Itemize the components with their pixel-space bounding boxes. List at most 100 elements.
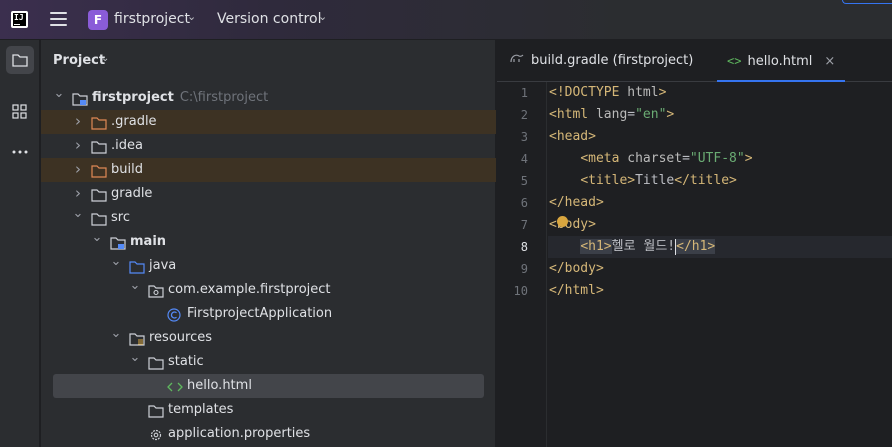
project-selector[interactable]: firstproject (114, 11, 190, 27)
main-menu-icon[interactable] (50, 12, 67, 26)
tree-item-idea[interactable]: › .idea (41, 134, 496, 158)
editor-tab-bar: build.gradle (firstproject) <> hello.html… (497, 40, 892, 82)
tree-item-label: main (130, 234, 167, 249)
panel-title[interactable]: Project (53, 53, 105, 68)
tree-item-label: hello.html (187, 378, 252, 393)
code-line[interactable]: <html lang="en"> (548, 104, 892, 126)
line-number: 3 (520, 130, 528, 144)
resources-folder-icon (129, 331, 145, 346)
tab-hello-html[interactable]: <> hello.html × (717, 40, 846, 82)
line-number: 8 (520, 240, 528, 254)
chevron-down-icon[interactable]: ⌄ (129, 350, 141, 366)
source-folder-icon (129, 259, 145, 274)
tree-item-label: templates (168, 402, 234, 417)
tree-item-package[interactable]: ⌄ com.example.firstproject (41, 278, 496, 302)
code-area[interactable]: <!DOCTYPE html> <html lang="en"> <head> <m… (548, 82, 892, 447)
line-number-gutter: 1 2 3 4 5 6 7 8 9 10 (497, 82, 547, 447)
tree-item-label: com.example.firstproject (168, 282, 331, 297)
tree-item-build[interactable]: › build (41, 158, 496, 182)
window-control-frame (842, 0, 892, 4)
tree-item-app-class[interactable]: FirstprojectApplication (41, 302, 496, 326)
tree-item-static[interactable]: ⌄ static (41, 350, 496, 374)
line-number: 9 (520, 262, 528, 276)
editor: build.gradle (firstproject) <> hello.html… (497, 40, 892, 447)
code-line[interactable]: <h1>헬로 월드!</h1> (548, 236, 892, 258)
tree-item-java[interactable]: ⌄ java (41, 254, 496, 278)
project-panel: Project ⌄ ⌄ firstproject C:\firstproject ›.… (41, 40, 496, 447)
intellij-logo-icon[interactable]: IJ (11, 11, 28, 28)
tree-item-label: src (111, 210, 130, 225)
chevron-right-icon[interactable]: › (72, 134, 84, 156)
chevron-right-icon[interactable]: › (72, 182, 84, 204)
excluded-folder-icon (91, 163, 107, 178)
folder-icon (91, 139, 107, 154)
chevron-down-icon[interactable]: ⌄ (129, 278, 141, 294)
code-line[interactable]: <!DOCTYPE html> (548, 82, 892, 104)
folder-icon (91, 211, 107, 226)
gradle-icon (509, 40, 525, 82)
chevron-right-icon[interactable]: › (72, 158, 84, 180)
tree-item-templates[interactable]: templates (41, 398, 496, 422)
chevron-down-icon[interactable]: ⌄ (187, 10, 196, 23)
line-number: 10 (513, 284, 528, 298)
line-number: 6 (520, 196, 528, 210)
tree-item-label: static (168, 354, 204, 369)
chevron-down-icon[interactable]: ⌄ (110, 326, 122, 342)
chevron-down-icon[interactable]: ⌄ (91, 230, 103, 246)
code-line[interactable]: </html> (548, 280, 892, 302)
module-folder-icon (72, 91, 88, 106)
tree-item-resources[interactable]: ⌄ resources (41, 326, 496, 350)
chevron-down-icon[interactable]: ⌄ (101, 53, 109, 64)
tab-build-gradle[interactable]: build.gradle (firstproject) (509, 40, 693, 82)
tab-label: build.gradle (firstproject) (531, 53, 694, 68)
chevron-down-icon[interactable]: ⌄ (53, 86, 65, 102)
tree-item-root[interactable]: ⌄ firstproject C:\firstproject (41, 86, 496, 110)
tab-label: hello.html (747, 54, 813, 69)
tree-item-label: .idea (111, 138, 143, 153)
package-icon (148, 283, 164, 298)
code-line[interactable]: </body> (548, 258, 892, 280)
tree-item-label: resources (149, 330, 213, 345)
close-icon[interactable]: × (824, 54, 835, 69)
chevron-down-icon[interactable]: ⌄ (72, 206, 84, 222)
title-bar: IJ F firstproject ⌄ Version control ⌄ (0, 0, 892, 40)
structure-tool-button[interactable] (6, 98, 34, 126)
tool-window-strip (0, 40, 40, 447)
code-line[interactable]: <head> (548, 126, 892, 148)
tree-item-main[interactable]: ⌄ main (41, 230, 496, 254)
line-number: 4 (520, 152, 528, 166)
line-number: 7 (520, 218, 528, 232)
version-control-menu[interactable]: Version control (217, 11, 321, 27)
line-number: 5 (520, 174, 528, 188)
tree-item-gradle-hidden[interactable]: › .gradle (41, 110, 496, 134)
tree-item-hello-html[interactable]: hello.html (53, 374, 484, 398)
intention-bulb-icon[interactable] (557, 216, 568, 227)
chevron-right-icon[interactable]: › (72, 110, 84, 132)
excluded-folder-icon (91, 115, 107, 130)
project-tool-button[interactable] (6, 46, 34, 74)
code-line[interactable]: <meta charset="UTF-8"> (548, 148, 892, 170)
project-path: C:\firstproject (179, 90, 269, 105)
class-icon (167, 307, 183, 322)
folder-icon (148, 355, 164, 370)
code-line[interactable]: <title>Title</title> (548, 170, 892, 192)
code-line[interactable]: <body> (548, 214, 892, 236)
project-badge[interactable]: F (88, 10, 108, 30)
tree-item-gradle[interactable]: › gradle (41, 182, 496, 206)
tree-item-label: java (149, 258, 177, 273)
html-icon: <> (727, 54, 742, 68)
tree-item-label: FirstprojectApplication (187, 306, 333, 321)
folder-icon (91, 187, 107, 202)
structure-icon (12, 104, 27, 119)
tree-item-app-props[interactable]: application.properties (41, 422, 496, 446)
more-tools-button[interactable] (6, 138, 34, 166)
tree-item-label: .gradle (111, 114, 157, 129)
tree-item-label: firstproject C:\firstproject (92, 90, 269, 105)
line-number: 1 (520, 86, 528, 100)
more-icon (12, 150, 28, 154)
chevron-down-icon[interactable]: ⌄ (110, 254, 122, 270)
tree-item-label: gradle (111, 186, 153, 201)
code-line[interactable]: </head> (548, 192, 892, 214)
tree-item-src[interactable]: ⌄ src (41, 206, 496, 230)
chevron-down-icon[interactable]: ⌄ (318, 10, 327, 23)
